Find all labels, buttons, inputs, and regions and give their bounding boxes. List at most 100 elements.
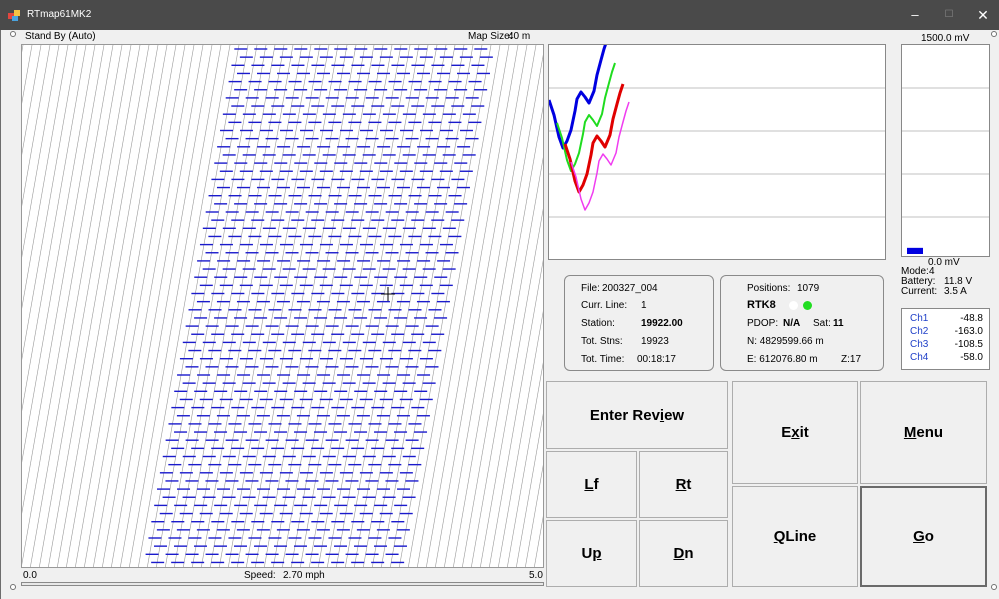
file-label: File:: [581, 283, 600, 294]
grid-line: [30, 45, 123, 567]
channel-label: Ch1: [910, 313, 929, 324]
button-mnemonic: R: [675, 476, 687, 493]
curr-line-value: 1: [641, 300, 647, 311]
button-label: f: [593, 476, 599, 493]
map-x-min-label: 0.0: [23, 570, 37, 581]
button-mnemonic: L: [584, 476, 594, 493]
button-mnemonic: M: [903, 424, 917, 441]
status-text: Stand By (Auto): [25, 31, 96, 42]
channel-value: -58.0: [960, 352, 983, 363]
tot-time-value: 00:18:17: [637, 354, 676, 365]
positions-value: 1079: [797, 283, 820, 294]
right-button[interactable]: Rt: [639, 451, 728, 518]
app-icon: [8, 10, 20, 21]
title-bar: RTmap61MK2 – ☐ ✕: [0, 0, 999, 30]
channel-label: Ch3: [910, 339, 929, 350]
button-mnemonic: G: [913, 528, 925, 545]
enter-review-button[interactable]: Enter Rev i ew: [546, 381, 728, 449]
survey-map-canvas: [22, 45, 543, 567]
channel-trace: [549, 45, 607, 150]
utm-zone: Z:17: [841, 354, 862, 365]
map-size-value: 40 m: [508, 31, 531, 42]
grid-line: [399, 45, 492, 567]
gps-status-led-active: [803, 301, 812, 310]
grid-line: [444, 45, 537, 567]
northing: N: 4829599.66 m: [747, 336, 824, 347]
minimize-button[interactable]: –: [898, 0, 932, 30]
grid-line: [39, 45, 132, 567]
channel-value: -163.0: [954, 326, 983, 337]
up-button[interactable]: Up: [546, 520, 637, 587]
grid-line: [426, 45, 519, 567]
maximize-button[interactable]: ☐: [932, 0, 966, 30]
grid-line: [489, 259, 543, 567]
speed-value: 2.70 mph: [283, 570, 325, 581]
tot-stns-value: 19923: [641, 336, 669, 347]
sat-value: 11: [833, 318, 844, 329]
button-label: t: [686, 476, 692, 493]
exit-button[interactable]: Ex it: [732, 381, 858, 484]
button-label: o: [924, 528, 934, 545]
channel-label: Ch2: [910, 326, 929, 337]
button-mnemonic: Q: [773, 528, 786, 545]
tot-stns-label: Tot. Stns:: [581, 336, 623, 347]
map-size-label: Map Size:: [468, 31, 513, 42]
grid-line: [57, 45, 150, 567]
grid-line: [408, 45, 501, 567]
channel-readout: Ch1 -48.8 Ch2 -163.0 Ch3 -108.5 Ch4 -58.…: [901, 308, 990, 370]
gps-fix-type: RTK8: [747, 299, 776, 311]
button-label: it: [799, 424, 809, 441]
grid-line: [22, 45, 60, 258]
grid-line: [453, 54, 543, 567]
close-button[interactable]: ✕: [966, 0, 999, 30]
speed-label: Speed:: [244, 570, 276, 581]
grid-line: [48, 45, 141, 567]
resize-grip-top-right[interactable]: [991, 31, 997, 37]
voltage-bar-canvas: [902, 87, 989, 254]
signal-chart-canvas: [549, 45, 885, 218]
menu-button[interactable]: Menu: [860, 381, 987, 484]
button-mnemonic: D: [673, 545, 685, 562]
resize-grip-top-left[interactable]: [10, 31, 16, 37]
button-label: Line: [785, 528, 817, 545]
survey-map[interactable]: [21, 44, 544, 568]
grid-line: [516, 413, 543, 567]
button-mnemonic: p: [592, 545, 602, 562]
down-button[interactable]: Dn: [639, 520, 728, 587]
resize-grip-bottom-left[interactable]: [10, 584, 16, 590]
grid-line: [417, 45, 510, 567]
grid-line: [507, 362, 543, 567]
button-label: n: [684, 545, 694, 562]
station-value: 19922.00: [641, 318, 683, 329]
channel-trace: [563, 83, 625, 194]
resize-grip-bottom-right[interactable]: [991, 584, 997, 590]
button-label: U: [581, 545, 593, 562]
go-button[interactable]: Go: [860, 486, 987, 587]
button-mnemonic: x: [791, 424, 800, 441]
positions-label: Positions:: [747, 283, 791, 294]
curr-line-label: Curr. Line:: [581, 300, 628, 311]
button-label: E: [781, 424, 792, 441]
channel-label: Ch4: [910, 352, 929, 363]
file-info-panel: File: 200327_004 Curr. Line: 1 Station: …: [564, 275, 714, 371]
grid-line: [471, 157, 543, 567]
window-title: RTmap61MK2: [27, 9, 92, 20]
channel-value: -48.8: [960, 313, 983, 324]
qline-button[interactable]: Q Line: [732, 486, 858, 587]
gps-info-panel: Positions: 1079 RTK8 PDOP: N/A Sat: 11 N…: [720, 275, 884, 371]
gps-status-led-inactive: [789, 301, 798, 310]
voltage-bar-panel: [901, 44, 990, 257]
easting: E: 612076.80 m: [747, 354, 818, 365]
pdop-label: PDOP:: [747, 318, 779, 329]
left-button[interactable]: Lf: [546, 451, 637, 518]
current-value: 3.5 A: [944, 286, 967, 297]
grid-line: [22, 45, 114, 566]
grid-line: [75, 45, 168, 567]
file-value: 200327_004: [602, 283, 658, 294]
grid-line: [22, 45, 78, 360]
button-label: enu: [916, 424, 944, 441]
map-scrollbar[interactable]: [21, 582, 544, 586]
pdop-value: N/A: [783, 318, 801, 329]
button-label: ew: [664, 406, 685, 424]
channel-trace: [556, 62, 616, 172]
